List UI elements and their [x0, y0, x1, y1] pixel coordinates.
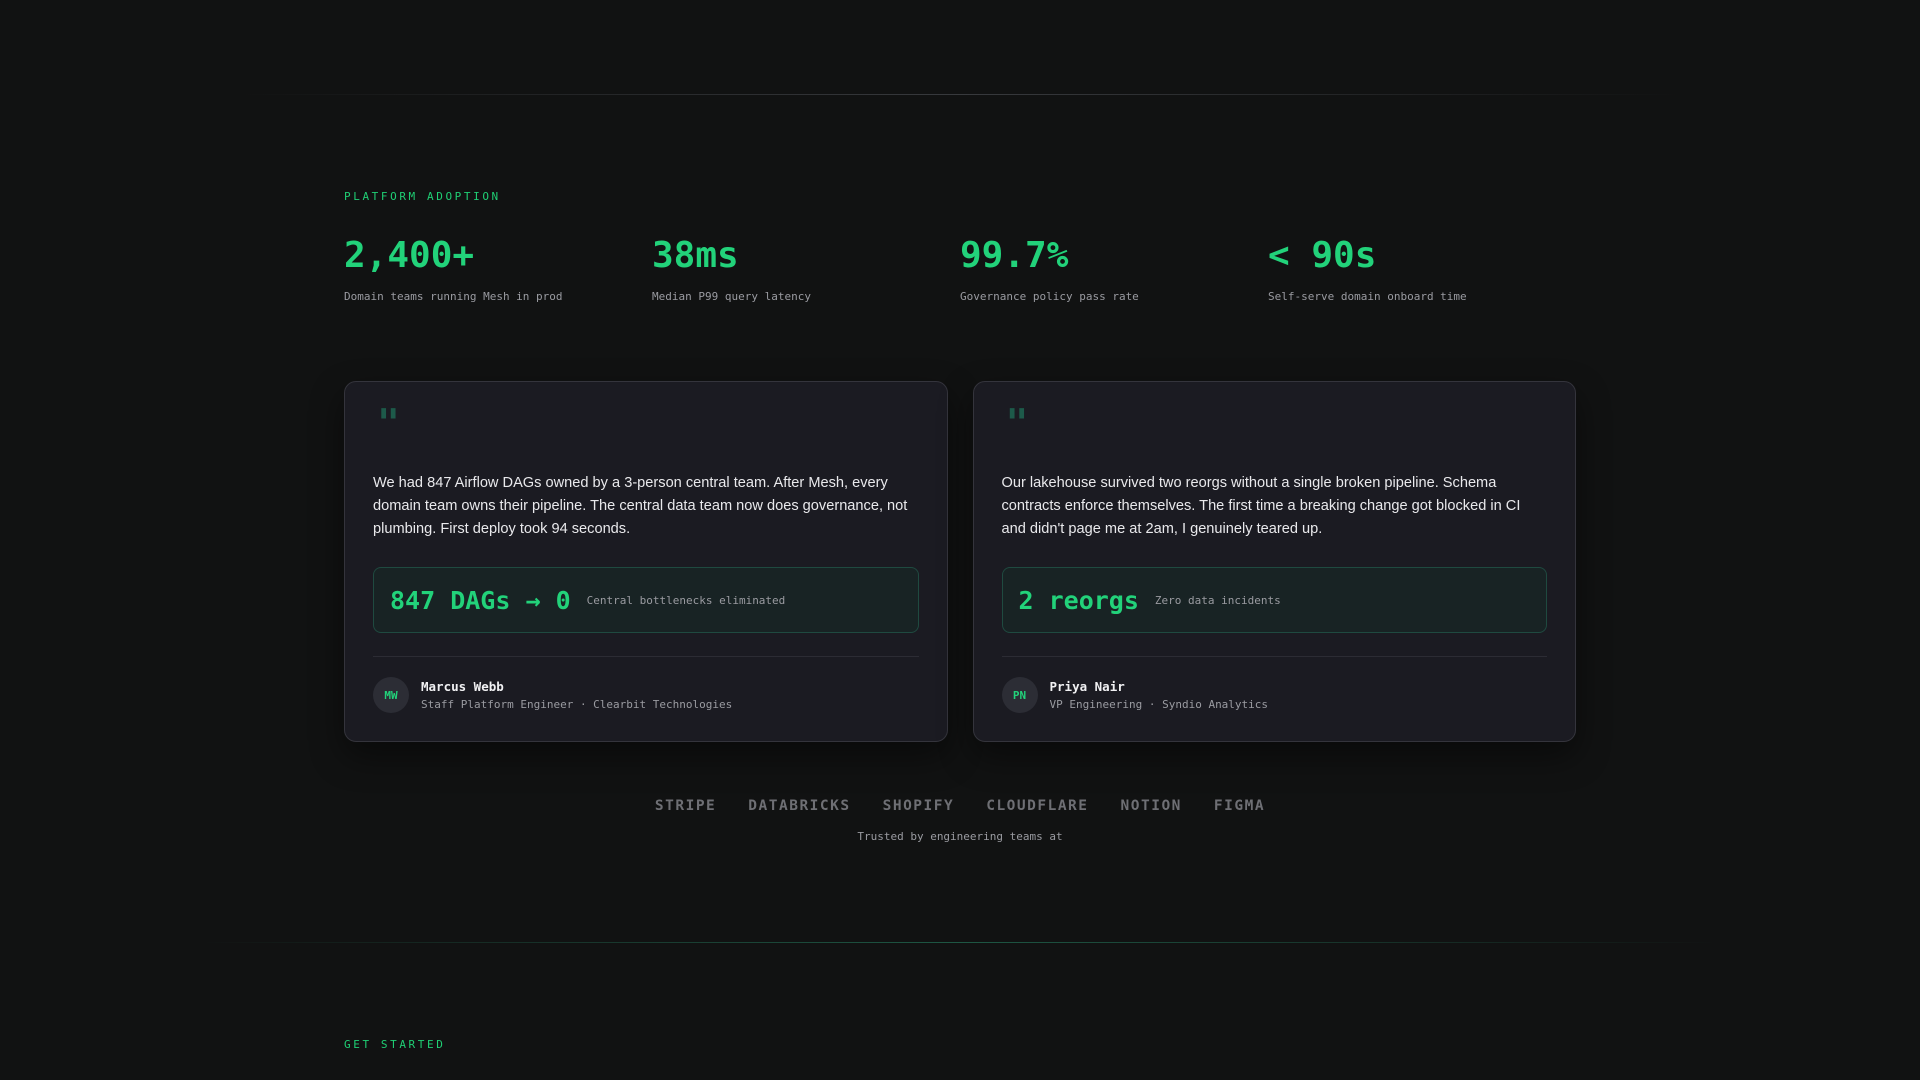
stat-onboard-time: < 90s Self-serve domain onboard time	[1268, 232, 1576, 303]
avatar: PN	[1001, 677, 1038, 713]
logo-databricks: DATABRICKS	[748, 798, 851, 814]
testimonial-quote: We had 847 Airflow DAGs owned by a 3-per…	[373, 475, 908, 537]
logo-cloudflare: CLOUDFLARE	[986, 798, 1089, 814]
testimonials: " We had 847 Airflow DAGs owned by a 3-p…	[344, 381, 1576, 742]
author-info: Marcus Webb Staff Platform Engineer · Cl…	[421, 679, 732, 711]
avatar: MW	[373, 677, 409, 713]
metric-value: 2 reorgs	[1018, 585, 1139, 615]
stat-label: Self-serve domain onboard time	[1268, 290, 1467, 303]
author-name: Marcus Webb	[421, 679, 504, 694]
stat-query-latency: 38ms Median P99 query latency	[652, 232, 960, 303]
metric-label: Central bottlenecks eliminated	[586, 593, 786, 607]
metric-value: 847 DAGs → 0	[390, 585, 571, 615]
testimonial-quote: Our lakehouse survived two reorgs withou…	[1001, 475, 1521, 537]
stats-row: 2,400+ Domain teams running Mesh in prod…	[344, 232, 1576, 303]
testimonial-card-marcus-webb: " We had 847 Airflow DAGs owned by a 3-p…	[344, 381, 948, 742]
stat-label: Median P99 query latency	[652, 290, 811, 303]
logo-shopify: SHOPIFY	[882, 798, 955, 814]
section-eyebrow-get-started: GET STARTED	[344, 1038, 446, 1051]
author-role: VP Engineering · Syndio Analytics	[1049, 698, 1269, 711]
stat-value: 99.7%	[960, 235, 1069, 276]
stat-label: Domain teams running Mesh in prod	[344, 290, 563, 303]
quote-icon: "	[1005, 401, 1029, 445]
customer-logos: STRIPE DATABRICKS SHOPIFY CLOUDFLARE NOT…	[0, 798, 1920, 814]
logo-notion: NOTION	[1120, 798, 1182, 814]
stat-value: 2,400+	[344, 235, 475, 276]
metric-label: Zero data incidents	[1154, 593, 1281, 607]
testimonial-card-priya-nair: " Our lakehouse survived two reorgs with…	[972, 381, 1576, 742]
author-name: Priya Nair	[1049, 679, 1125, 694]
section-divider	[200, 942, 1720, 943]
logo-figma: FIGMA	[1213, 798, 1266, 814]
section-eyebrow-platform-adoption: PLATFORM ADOPTION	[344, 190, 501, 203]
card-divider	[373, 656, 919, 657]
stat-value: 38ms	[652, 235, 739, 276]
author-role: Staff Platform Engineer · Clearbit Techn…	[421, 698, 733, 711]
testimonial-author: PN Priya Nair VP Engineering · Syndio An…	[1001, 677, 1269, 713]
card-divider	[1001, 656, 1547, 657]
logo-stripe: STRIPE	[654, 798, 717, 814]
testimonial-author: MW Marcus Webb Staff Platform Engineer ·…	[373, 677, 732, 713]
testimonial-metric: 847 DAGs → 0 Central bottlenecks elimina…	[373, 567, 919, 633]
quote-icon: "	[377, 401, 400, 445]
testimonial-metric: 2 reorgs Zero data incidents	[1001, 567, 1547, 633]
stat-value: < 90s	[1268, 235, 1377, 276]
stat-policy-pass-rate: 99.7% Governance policy pass rate	[960, 232, 1268, 303]
author-info: Priya Nair VP Engineering · Syndio Analy…	[1050, 679, 1269, 711]
stat-label: Governance policy pass rate	[960, 290, 1139, 303]
logos-caption: Trusted by engineering teams at	[857, 830, 1063, 843]
top-divider	[240, 94, 1680, 95]
stat-domain-teams: 2,400+ Domain teams running Mesh in prod	[344, 232, 652, 303]
